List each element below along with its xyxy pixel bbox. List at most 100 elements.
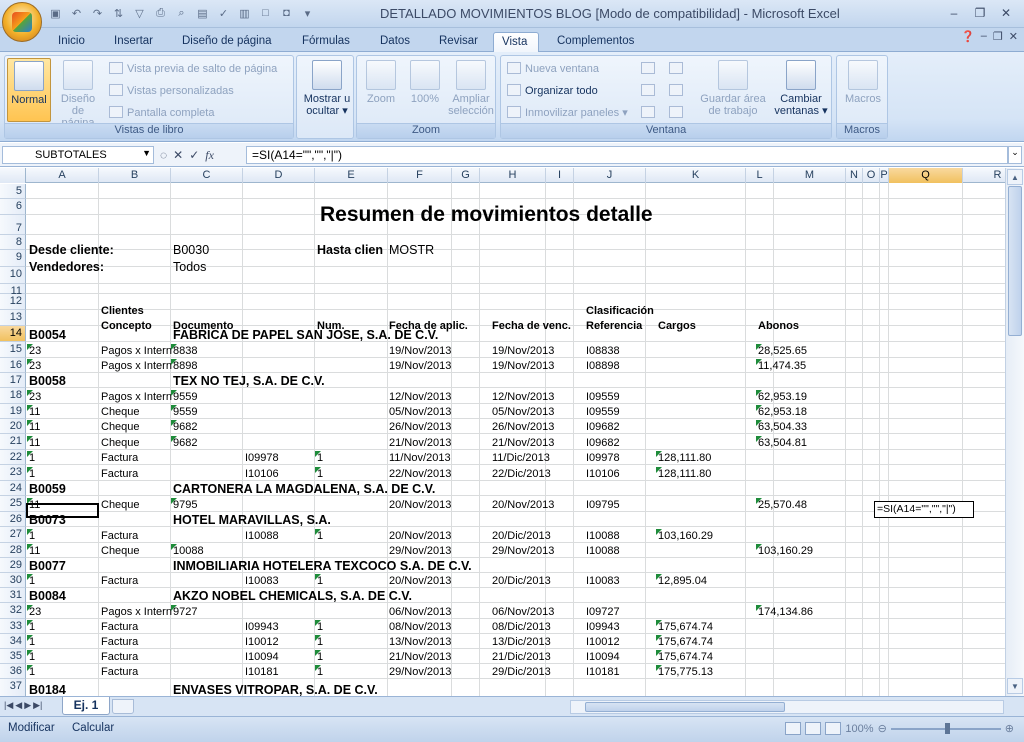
movement-reference[interactable]: I09727 (586, 605, 620, 619)
select-all-corner[interactable] (0, 168, 26, 183)
movement-concept[interactable]: Factura (101, 665, 138, 679)
show-hide-button[interactable]: Mostrar u ocultar ▾ (301, 58, 353, 122)
row-header-7[interactable]: 7 (0, 215, 26, 235)
movement-reference[interactable]: I08898 (586, 359, 620, 373)
movement-charge[interactable]: 175,674.74 (655, 650, 713, 664)
client-name[interactable]: TEX NO TEJ, S.A. DE C.V. (173, 374, 325, 388)
row-header-20[interactable]: 20 (0, 419, 26, 434)
unhide-window-button[interactable] (641, 104, 659, 122)
movement-apply-date[interactable]: 21/Nov/2013 (389, 436, 451, 450)
movement-type-code[interactable]: 23 (26, 390, 41, 404)
customize-qat-icon[interactable]: ▾ (298, 4, 317, 22)
movement-document[interactable]: 9727 (170, 605, 197, 619)
freeze-panes-button[interactable]: Inmovilizar paneles ▾ (507, 104, 628, 122)
row-header-36[interactable]: 36 (0, 664, 26, 679)
tab-vista[interactable]: Vista (493, 32, 539, 53)
movement-concept[interactable]: Pagos x Intern (101, 605, 172, 619)
movement-apply-date[interactable]: 21/Nov/2013 (389, 650, 451, 664)
client-name[interactable]: CARTONERA LA MAGDALENA, S.A. DE C.V. (173, 482, 435, 496)
movement-number[interactable]: 1 (314, 451, 323, 465)
page-layout-view-icon[interactable] (805, 722, 822, 735)
preview-icon[interactable]: ⌕ (172, 4, 191, 22)
movement-number[interactable]: 1 (314, 574, 323, 588)
movement-apply-date[interactable]: 29/Nov/2013 (389, 665, 451, 679)
movement-concept[interactable]: Factura (101, 620, 138, 634)
tab-datos[interactable]: Datos (372, 32, 418, 52)
movement-document[interactable]: 9795 (170, 498, 197, 512)
row-header-16[interactable]: 16 (0, 358, 26, 373)
column-header-c[interactable]: C (171, 168, 243, 183)
row-header-24[interactable]: 24 (0, 481, 26, 496)
movement-concept[interactable]: Pagos x Intern (101, 390, 172, 404)
column-header-r[interactable]: R (963, 168, 1005, 183)
sort-icon[interactable]: ⇅ (109, 4, 128, 22)
row-header-35[interactable]: 35 (0, 649, 26, 664)
zoom-slider[interactable] (890, 722, 1001, 734)
movement-number[interactable]: 1 (314, 650, 323, 664)
page-break-preview-button[interactable]: Vista previa de salto de página (109, 60, 277, 78)
movement-type-code[interactable]: 1 (26, 620, 35, 634)
row-header-10[interactable]: 10 (0, 267, 26, 284)
tab-inicio[interactable]: Inicio (50, 32, 93, 52)
column-header-m[interactable]: M (774, 168, 846, 183)
movement-document-id[interactable]: I10088 (245, 529, 279, 543)
movement-apply-date[interactable]: 19/Nov/2013 (389, 359, 451, 373)
movement-due-date[interactable]: 21/Nov/2013 (492, 436, 554, 450)
movement-payment[interactable]: 28,525.65 (756, 344, 807, 358)
movement-due-date[interactable]: 05/Nov/2013 (492, 405, 554, 419)
column-header-k[interactable]: K (646, 168, 746, 183)
horizontal-scroll-thumb[interactable] (585, 702, 785, 712)
sync-scroll-button[interactable] (669, 82, 687, 100)
zoom-out-icon[interactable]: ⊖ (878, 722, 887, 735)
movement-document-id[interactable]: I10012 (245, 635, 279, 649)
row-header-21[interactable]: 21 (0, 434, 26, 450)
movement-concept[interactable]: Factura (101, 635, 138, 649)
movement-concept[interactable]: Pagos x Intern (101, 359, 172, 373)
row-header-34[interactable]: 34 (0, 634, 26, 649)
arrange-all-button[interactable]: Organizar todo (507, 82, 598, 100)
movement-document-id[interactable]: I10094 (245, 650, 279, 664)
help-icon[interactable]: ❓ (961, 30, 975, 43)
zoom-in-icon[interactable]: ⊕ (1005, 722, 1014, 735)
movement-type-code[interactable]: 23 (26, 359, 41, 373)
zoom-button[interactable]: Zoom (359, 58, 403, 122)
movement-charge[interactable]: 128,111.80 (655, 467, 711, 481)
movement-charge[interactable]: 128,111.80 (655, 451, 711, 465)
movement-due-date[interactable]: 21/Dic/2013 (492, 650, 551, 664)
tab-formulas[interactable]: Fórmulas (294, 32, 358, 52)
movement-payment[interactable]: 62,953.19 (756, 390, 807, 404)
column-header-a[interactable]: A (26, 168, 99, 183)
doc-restore-icon[interactable]: ❐ (993, 30, 1003, 43)
prev-sheet-icon[interactable]: ◀ (15, 700, 22, 711)
filter-icon[interactable]: ▽ (130, 4, 149, 22)
row-header-27[interactable]: 27 (0, 527, 26, 543)
movement-due-date[interactable]: 13/Dic/2013 (492, 635, 551, 649)
row-header-32[interactable]: 32 (0, 603, 26, 619)
movement-due-date[interactable]: 08/Dic/2013 (492, 620, 551, 634)
row-header-6[interactable]: 6 (0, 199, 26, 215)
movement-concept[interactable]: Pagos x Intern (101, 344, 172, 358)
scroll-up-icon[interactable]: ▲ (1007, 169, 1023, 185)
expand-formula-icon[interactable]: ⌄ (1008, 146, 1022, 164)
column-header-b[interactable]: B (99, 168, 171, 183)
movement-apply-date[interactable]: 19/Nov/2013 (389, 344, 451, 358)
normal-view-button[interactable]: Normal (7, 58, 51, 122)
movement-type-code[interactable]: 1 (26, 467, 35, 481)
zoom-level[interactable]: 100% (845, 723, 873, 735)
movement-reference[interactable]: I10012 (586, 635, 620, 649)
insert-function-icon[interactable]: fx (205, 148, 214, 163)
chevron-down-icon[interactable]: ▼ (142, 148, 151, 158)
row-header-18[interactable]: 18 (0, 388, 26, 404)
side-by-side-button[interactable] (669, 60, 687, 78)
client-code[interactable]: B0059 (29, 482, 66, 496)
movement-type-code[interactable]: 1 (26, 451, 35, 465)
scroll-down-icon[interactable]: ▼ (1007, 678, 1023, 694)
movement-number[interactable]: 1 (314, 635, 323, 649)
vertical-scrollbar[interactable]: ▲ ▼ (1005, 168, 1024, 696)
movement-document-id[interactable]: I10181 (245, 665, 279, 679)
last-sheet-icon[interactable]: ▶| (33, 700, 42, 711)
row-header-11[interactable]: 11 (0, 284, 26, 297)
movement-number[interactable]: 1 (314, 620, 323, 634)
active-cell-a14[interactable] (26, 503, 99, 518)
movement-apply-date[interactable]: 08/Nov/2013 (389, 620, 451, 634)
